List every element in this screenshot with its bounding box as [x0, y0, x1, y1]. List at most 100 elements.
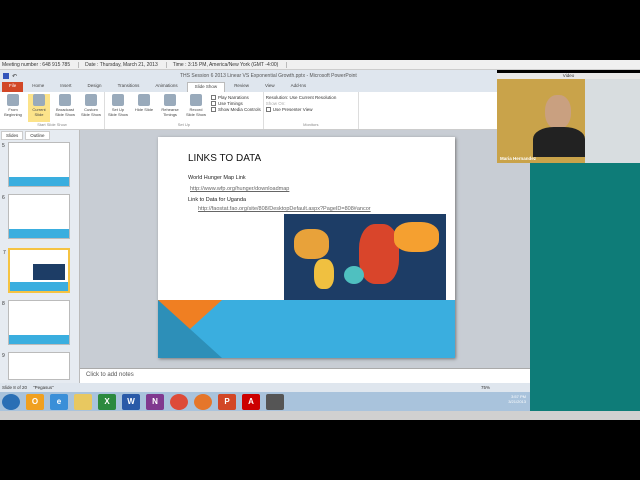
- slide-thumbnail-selected[interactable]: 7: [3, 248, 70, 293]
- tab-animations[interactable]: Animations: [148, 82, 184, 92]
- theme-name: "Pegasus": [33, 385, 54, 390]
- slide[interactable]: LINKS TO DATA World Hunger Map Link http…: [158, 137, 455, 358]
- slide-item-1: World Hunger Map Link: [188, 175, 246, 181]
- slide-thumbnail[interactable]: 8: [2, 300, 70, 345]
- undo-icon[interactable]: ↶: [12, 73, 17, 80]
- excel-icon[interactable]: X: [98, 393, 116, 410]
- tab-transitions[interactable]: Transitions: [111, 82, 147, 92]
- slide-number: 8: [2, 301, 5, 307]
- tab-slides[interactable]: Slides: [1, 131, 24, 140]
- media-controls-bar: [0, 411, 640, 420]
- slide-thumbnail[interactable]: 9: [2, 352, 70, 380]
- meeting-number: Meeting number : 648 915 785: [2, 61, 80, 68]
- folder-icon[interactable]: [74, 393, 92, 410]
- start-button[interactable]: [2, 393, 20, 410]
- broadcast-icon: [59, 94, 71, 106]
- use-timings-checkbox[interactable]: Use Timings: [211, 101, 261, 106]
- show-on-dropdown[interactable]: Show On:: [266, 101, 356, 106]
- record-icon: [190, 94, 202, 106]
- setup-icon: [112, 94, 124, 106]
- slide-footer-band: [158, 300, 455, 358]
- broadcast-button[interactable]: Broadcast Slide Show: [54, 94, 76, 122]
- group-label: Set Up: [177, 122, 190, 127]
- label: Use Timings: [218, 101, 243, 106]
- powerpoint-icon[interactable]: P: [218, 393, 236, 410]
- slideshow-icon: [33, 94, 45, 106]
- participant-name: Maria Hernandez: [500, 156, 537, 161]
- internet-explorer-icon[interactable]: e: [50, 393, 68, 410]
- hide-slide-button[interactable]: Hide Slide: [133, 94, 155, 122]
- label: Show On:: [265, 101, 286, 106]
- label: Current Slide: [32, 107, 46, 117]
- save-icon[interactable]: [3, 73, 9, 79]
- teal-panel: [530, 163, 640, 411]
- tab-add-ins[interactable]: Add-Ins: [284, 82, 314, 92]
- rehearse-icon: [164, 94, 176, 106]
- uganda-data-link[interactable]: http://faostat.fao.org/site/808/DesktopD…: [198, 206, 371, 212]
- monitors-group: Resolution: Use Current Resolution Show …: [264, 92, 359, 129]
- label: From Beginning: [4, 107, 22, 117]
- outlook-icon[interactable]: O: [26, 393, 44, 410]
- video-panel: Maria Hernandez: [497, 73, 640, 163]
- meeting-time: Time : 3:15 PM, America/New York (GMT -4…: [173, 61, 288, 68]
- record-slide-show-button[interactable]: Record Slide Show: [185, 94, 207, 122]
- tab-file[interactable]: File: [2, 82, 24, 92]
- slide-item-2: Link to Data for Uganda: [188, 197, 247, 203]
- rehearse-timings-button[interactable]: Rehearse Timings: [159, 94, 181, 122]
- tab-outline[interactable]: Outline: [25, 131, 50, 140]
- label: Set Up Slide Show: [107, 107, 128, 117]
- slide-count: Slide 8 of 20: [2, 385, 28, 390]
- from-beginning-button[interactable]: From Beginning: [2, 94, 24, 122]
- tab-view[interactable]: View: [258, 82, 282, 92]
- setup-group: Set Up Slide Show Hide Slide Rehearse Ti…: [105, 92, 264, 129]
- tab-slide-show[interactable]: Slide Show: [186, 82, 226, 92]
- resolution-dropdown[interactable]: Resolution: Use Current Resolution: [266, 95, 356, 100]
- notes-input[interactable]: Click to add notes: [80, 368, 530, 383]
- status-bar: Slide 8 of 20 "Pegasus" 75%: [0, 383, 530, 392]
- slide-thumbnail[interactable]: 6: [2, 194, 70, 239]
- label: Record Slide Show: [185, 107, 206, 117]
- clock-date: 3/21/2013: [508, 399, 526, 404]
- ribbon-tabs: File Home Insert Design Transitions Anim…: [0, 82, 497, 92]
- label: Custom Slide Show: [80, 107, 101, 117]
- label: Rehearse Timings: [161, 107, 179, 117]
- tab-review[interactable]: Review: [227, 82, 256, 92]
- current-slide-button[interactable]: Current Slide: [28, 94, 50, 122]
- chrome-icon[interactable]: [170, 393, 188, 410]
- slide-number: 7: [3, 250, 6, 256]
- set-up-slide-show-button[interactable]: Set Up Slide Show: [107, 94, 129, 122]
- slides-pane: Slides Outline 5 6 7 8 9: [0, 130, 80, 383]
- group-label: Start Slide Show: [37, 122, 67, 127]
- presenter-view-checkbox[interactable]: Use Presenter View: [265, 107, 356, 112]
- label: Use Presenter View: [272, 107, 313, 112]
- slideshow-icon: [7, 94, 19, 106]
- play-narrations-checkbox[interactable]: Play Narrations: [211, 95, 261, 100]
- slide-thumbnail[interactable]: 5: [2, 142, 70, 187]
- system-clock[interactable]: 3:57 PM 3/21/2013: [508, 394, 526, 404]
- word-icon[interactable]: W: [122, 393, 140, 410]
- slide-number: 6: [2, 195, 5, 201]
- meeting-info-bar: Meeting number : 648 915 785 Date : Thur…: [0, 60, 640, 70]
- label: Broadcast Slide Show: [54, 107, 75, 117]
- tab-insert[interactable]: Insert: [53, 82, 78, 92]
- webex-icon[interactable]: [266, 393, 284, 410]
- tab-home[interactable]: Home: [25, 82, 51, 92]
- taskbar: O e X W N P A 3:57 PM 3/21/2013: [0, 392, 530, 411]
- firefox-icon[interactable]: [194, 393, 212, 410]
- video-title: Video: [497, 73, 640, 79]
- group-label: Monitors: [303, 122, 319, 127]
- title-bar: ↶ THS Session 6 2013 Linear VS Exponenti…: [0, 70, 497, 82]
- start-slide-show-group: From Beginning Current Slide Broadcast S…: [0, 92, 105, 129]
- acrobat-icon[interactable]: A: [242, 393, 260, 410]
- custom-slide-show-button[interactable]: Custom Slide Show: [80, 94, 102, 122]
- onenote-icon[interactable]: N: [146, 393, 164, 410]
- world-hunger-link[interactable]: http://www.wfp.org/hunger/downloadmap: [190, 186, 289, 192]
- window-title: THS Session 6 2013 Linear VS Exponential…: [180, 73, 357, 79]
- zoom-level[interactable]: 75%: [481, 385, 490, 390]
- label: Show Media Controls: [218, 107, 261, 112]
- show-media-controls-checkbox[interactable]: Show Media Controls: [211, 107, 261, 112]
- custom-show-icon: [85, 94, 97, 106]
- meeting-date: Date : Thursday, March 21, 2013: [85, 61, 167, 68]
- ribbon: From Beginning Current Slide Broadcast S…: [0, 92, 497, 130]
- tab-design[interactable]: Design: [81, 82, 109, 92]
